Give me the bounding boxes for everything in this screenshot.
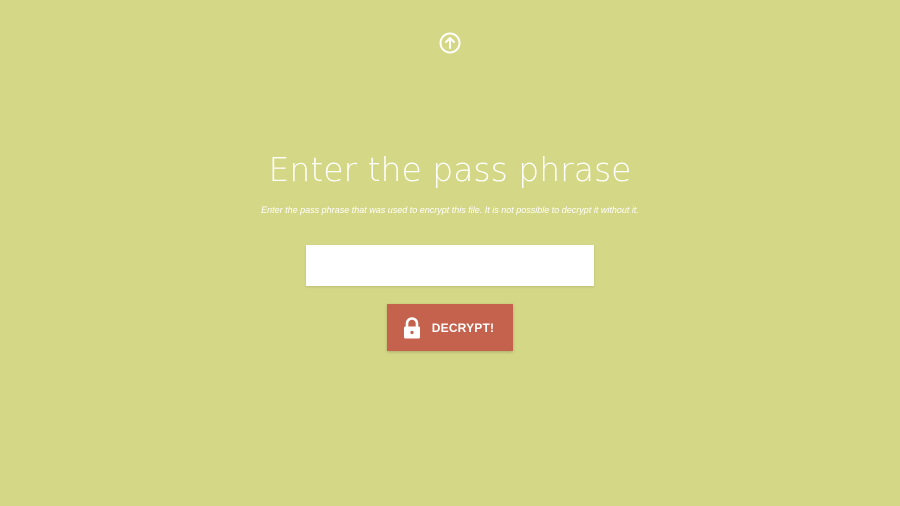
decrypt-page: Enter the pass phrase Enter the pass phr… <box>0 0 900 506</box>
passphrase-input[interactable] <box>306 245 594 286</box>
decrypt-button[interactable]: DECRYPT! <box>387 304 513 351</box>
page-subtitle: Enter the pass phrase that was used to e… <box>261 205 639 215</box>
arrow-up-circle-icon <box>439 32 461 54</box>
back-to-top-button[interactable] <box>439 32 461 54</box>
decrypt-button-label: DECRYPT! <box>431 320 495 335</box>
page-title: Enter the pass phrase <box>268 150 632 189</box>
lock-icon <box>403 316 420 338</box>
